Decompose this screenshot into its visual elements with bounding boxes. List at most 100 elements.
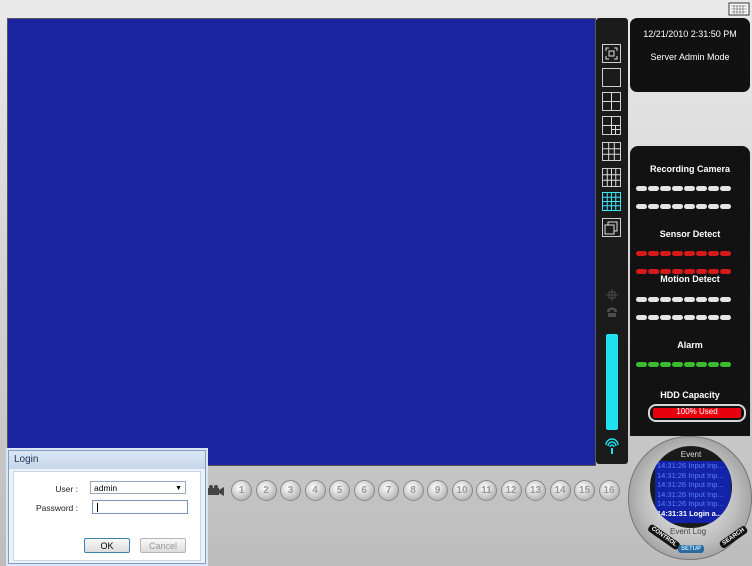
- status-led: [720, 186, 731, 191]
- camera-button-16[interactable]: 16: [598, 480, 620, 501]
- camera-number: 4: [312, 485, 318, 496]
- camera-button-4[interactable]: 4: [304, 480, 326, 501]
- status-led: [720, 297, 731, 302]
- status-led: [672, 204, 683, 209]
- login-title: Login: [9, 451, 205, 469]
- alarm-leds: [636, 356, 750, 374]
- ok-button[interactable]: OK: [84, 538, 130, 553]
- status-led: [636, 251, 647, 256]
- login-body: User : admin ▼ Password : OK Cancel: [13, 471, 201, 561]
- status-led: [660, 315, 671, 320]
- camera-number: 12: [505, 485, 517, 496]
- camera-button-1[interactable]: 1: [231, 480, 252, 501]
- recording-camera-leds: [636, 180, 750, 216]
- status-led: [672, 315, 683, 320]
- event-list[interactable]: 14:31:26 Input Inp... 14:31:26 Input Inp…: [655, 461, 731, 523]
- status-led: [684, 186, 695, 191]
- event-item[interactable]: 14:31:26 Input Inp...: [655, 471, 731, 481]
- camera-number: 14: [554, 485, 566, 496]
- camera-selector-row: 1 2 3 4 5 6 7 8 9 10 11 12 13 14 15 16: [207, 478, 627, 506]
- camera-number: 11: [481, 485, 492, 496]
- camera-number: 10: [456, 485, 468, 496]
- status-led: [720, 315, 731, 320]
- status-led: [636, 362, 647, 367]
- motion-detect-leds: [636, 291, 750, 327]
- status-led: [648, 362, 659, 367]
- status-led: [648, 315, 659, 320]
- status-led: [636, 315, 647, 320]
- status-led: [720, 204, 731, 209]
- status-led: [708, 297, 719, 302]
- status-led: [660, 362, 671, 367]
- camera-button-7[interactable]: 7: [378, 480, 399, 501]
- audio-icon[interactable]: [603, 438, 621, 456]
- camera-button-13[interactable]: 13: [525, 480, 546, 501]
- motion-detect-title: Motion Detect: [660, 274, 720, 284]
- camera-group-icon[interactable]: [207, 484, 227, 498]
- camera-button-12[interactable]: 12: [500, 480, 522, 501]
- layout-10-icon[interactable]: [602, 168, 621, 187]
- event-item[interactable]: 14:31:26 Input Inp...: [655, 499, 731, 509]
- layout-cascade-icon[interactable]: [602, 218, 621, 237]
- datetime-text: 12/21/2010 2:31:50 PM: [643, 29, 737, 39]
- status-led: [672, 186, 683, 191]
- status-led: [648, 297, 659, 302]
- ptz-icon[interactable]: [605, 288, 619, 302]
- status-led: [660, 186, 671, 191]
- layout-4-icon[interactable]: [602, 92, 621, 111]
- status-led: [696, 251, 707, 256]
- status-led: [696, 362, 707, 367]
- camera-button-8[interactable]: 8: [402, 480, 424, 501]
- event-panel: Event 14:31:26 Input Inp... 14:31:26 Inp…: [650, 446, 732, 528]
- status-led: [660, 204, 671, 209]
- camera-number: 15: [578, 485, 591, 496]
- camera-button-15[interactable]: 15: [574, 480, 595, 501]
- status-led: [660, 297, 671, 302]
- fullscreen-icon[interactable]: [602, 44, 621, 63]
- audio-level-bar: [606, 334, 618, 430]
- chevron-down-icon[interactable]: ▼: [175, 482, 182, 495]
- status-led: [636, 186, 647, 191]
- layout-16-icon[interactable]: [602, 192, 621, 211]
- status-led: [648, 251, 659, 256]
- camera-button-2[interactable]: 2: [255, 480, 277, 501]
- layout-6-icon[interactable]: [602, 116, 621, 135]
- status-led: [708, 251, 719, 256]
- event-item[interactable]: 14:31:26 Input Inp...: [655, 480, 731, 490]
- hdd-capacity-title: HDD Capacity: [660, 390, 720, 400]
- password-label: Password :: [35, 503, 78, 513]
- status-panel: Recording Camera Sensor Detect Motion De…: [630, 146, 750, 436]
- video-display-area[interactable]: [7, 18, 596, 466]
- camera-button-10[interactable]: 10: [451, 480, 473, 501]
- event-item[interactable]: 14:31:26 Input Inp...: [655, 490, 731, 500]
- status-led: [672, 297, 683, 302]
- cancel-button[interactable]: Cancel: [140, 538, 186, 553]
- user-label: User :: [55, 484, 78, 494]
- password-field[interactable]: [92, 500, 188, 514]
- user-select[interactable]: admin ▼: [90, 481, 186, 494]
- camera-button-5[interactable]: 5: [329, 480, 350, 501]
- camera-button-9[interactable]: 9: [427, 480, 448, 501]
- login-dialog: Login User : admin ▼ Password : OK Cance…: [8, 450, 206, 564]
- camera-button-11[interactable]: 11: [476, 480, 497, 501]
- camera-number: 13: [529, 485, 542, 496]
- camera-number: 2: [263, 485, 269, 496]
- mode-text: Server Admin Mode: [650, 52, 730, 62]
- status-led: [684, 251, 695, 256]
- alarm-title: Alarm: [677, 340, 703, 350]
- status-led: [672, 362, 683, 367]
- user-value: admin: [94, 483, 118, 493]
- camera-button-3[interactable]: 3: [280, 480, 301, 501]
- camera-button-14[interactable]: 14: [549, 480, 571, 501]
- status-led: [696, 297, 707, 302]
- camera-number: 9: [434, 485, 441, 496]
- camera-button-6[interactable]: 6: [353, 480, 375, 501]
- event-item[interactable]: 14:31:26 Input Inp...: [655, 461, 731, 471]
- text-caret: [97, 503, 98, 512]
- event-item[interactable]: 14:31:31 Login a...: [655, 509, 731, 519]
- tab-setup[interactable]: SETUP: [678, 545, 705, 553]
- layout-1-icon[interactable]: [602, 68, 621, 87]
- phone-icon[interactable]: [605, 304, 619, 318]
- layout-9-icon[interactable]: [602, 142, 621, 161]
- keyboard-icon[interactable]: [728, 2, 750, 16]
